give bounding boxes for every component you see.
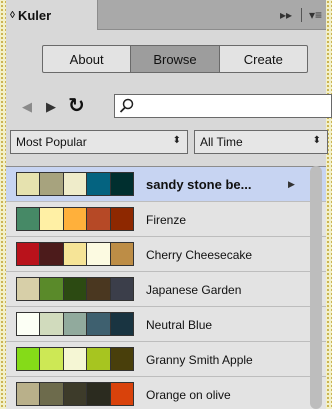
color-swatch: [40, 208, 64, 230]
color-swatch: [87, 383, 111, 405]
theme-name: Granny Smith Apple: [146, 352, 253, 367]
theme-list: sandy stone be... ▶ Firenze Cherry Cheeseca…: [6, 166, 326, 409]
color-swatch: [87, 208, 111, 230]
color-swatch: [63, 208, 88, 230]
panel-menu-icon[interactable]: ▾≡: [309, 0, 322, 30]
theme-row[interactable]: Cherry Cheesecake: [6, 237, 326, 272]
color-swatch: [40, 348, 64, 370]
panel-tab-kuler[interactable]: ◊ Kuler: [6, 0, 98, 30]
color-swatch: [110, 383, 134, 405]
search-icon: [119, 98, 134, 113]
theme-name: Firenze: [146, 212, 187, 227]
color-swatch: [63, 313, 88, 335]
color-swatch-strip: [16, 312, 134, 336]
color-swatch: [17, 173, 41, 195]
color-swatch: [110, 313, 134, 335]
theme-row[interactable]: Japanese Garden: [6, 272, 326, 307]
color-swatch: [17, 278, 41, 300]
color-swatch: [63, 278, 88, 300]
kuler-panel: ◊ Kuler ▸▸ ▾≡ About Browse Create ◀ ▶ ↻ …: [6, 0, 332, 409]
panel-sort-icon: ◊: [10, 9, 15, 21]
time-dropdown-arrow-icon: ⬍: [312, 135, 321, 146]
time-dropdown[interactable]: All Time ⬍: [194, 130, 328, 154]
panel-title: Kuler: [17, 7, 52, 23]
theme-name: Cherry Cheesecake: [146, 247, 253, 262]
color-swatch-strip: [16, 347, 134, 371]
color-swatch: [63, 383, 88, 405]
theme-row[interactable]: Orange on olive: [6, 377, 326, 409]
time-dropdown-value: All Time: [200, 135, 243, 149]
create-button[interactable]: Create: [220, 46, 307, 72]
color-swatch: [40, 383, 64, 405]
color-swatch: [17, 243, 41, 265]
color-swatch: [110, 243, 134, 265]
about-button[interactable]: About: [43, 46, 132, 72]
color-swatch-strip: [16, 242, 134, 266]
color-swatch: [17, 348, 41, 370]
color-swatch-strip: [16, 207, 134, 231]
color-swatch: [87, 173, 111, 195]
color-swatch: [87, 313, 111, 335]
color-swatch: [17, 313, 41, 335]
color-swatch: [63, 173, 88, 195]
search-input[interactable]: [114, 94, 332, 118]
theme-name: Japanese Garden: [146, 282, 242, 297]
sort-dropdown[interactable]: Most Popular ⬍: [10, 130, 188, 154]
color-swatch-strip: [16, 277, 134, 301]
sort-dropdown-arrow-icon: ⬍: [172, 135, 181, 146]
color-swatch: [40, 278, 64, 300]
theme-row[interactable]: sandy stone be... ▶: [6, 167, 326, 202]
collapse-panel-icon[interactable]: ▸▸: [280, 0, 292, 30]
color-swatch: [110, 208, 134, 230]
forward-arrow-icon[interactable]: ▶: [46, 94, 56, 120]
color-swatch: [17, 208, 41, 230]
color-swatch: [87, 348, 111, 370]
theme-list-scrollbar[interactable]: [310, 166, 322, 409]
color-swatch: [40, 173, 64, 195]
theme-row[interactable]: Neutral Blue: [6, 307, 326, 342]
theme-row[interactable]: Firenze: [6, 202, 326, 237]
back-arrow-icon[interactable]: ◀: [22, 94, 32, 120]
color-swatch: [40, 313, 64, 335]
scrollbar-thumb[interactable]: [310, 166, 322, 409]
refresh-icon[interactable]: ↻: [68, 92, 85, 118]
color-swatch: [40, 243, 64, 265]
theme-name: Orange on olive: [146, 387, 231, 402]
color-swatch: [63, 348, 88, 370]
color-swatch-strip: [16, 382, 134, 406]
right-edge-decoration: [326, 0, 332, 409]
color-swatch: [17, 383, 41, 405]
color-swatch: [110, 348, 134, 370]
theme-name: sandy stone be...: [146, 177, 252, 192]
color-swatch: [110, 278, 134, 300]
expand-theme-icon[interactable]: ▶: [288, 179, 295, 190]
color-swatch: [63, 243, 88, 265]
color-swatch: [87, 278, 111, 300]
theme-name: Neutral Blue: [146, 317, 213, 332]
navigation-row: ◀ ▶ ↻: [16, 92, 332, 120]
view-segmented-control: About Browse Create: [42, 45, 308, 73]
color-swatch: [87, 243, 111, 265]
panel-tab-bar: ◊ Kuler ▸▸ ▾≡: [6, 0, 326, 30]
sort-dropdown-value: Most Popular: [16, 135, 87, 149]
color-swatch: [110, 173, 134, 195]
tabbar-divider: [301, 8, 302, 22]
browse-button[interactable]: Browse: [131, 46, 220, 72]
theme-row[interactable]: Granny Smith Apple: [6, 342, 326, 377]
color-swatch-strip: [16, 172, 134, 196]
